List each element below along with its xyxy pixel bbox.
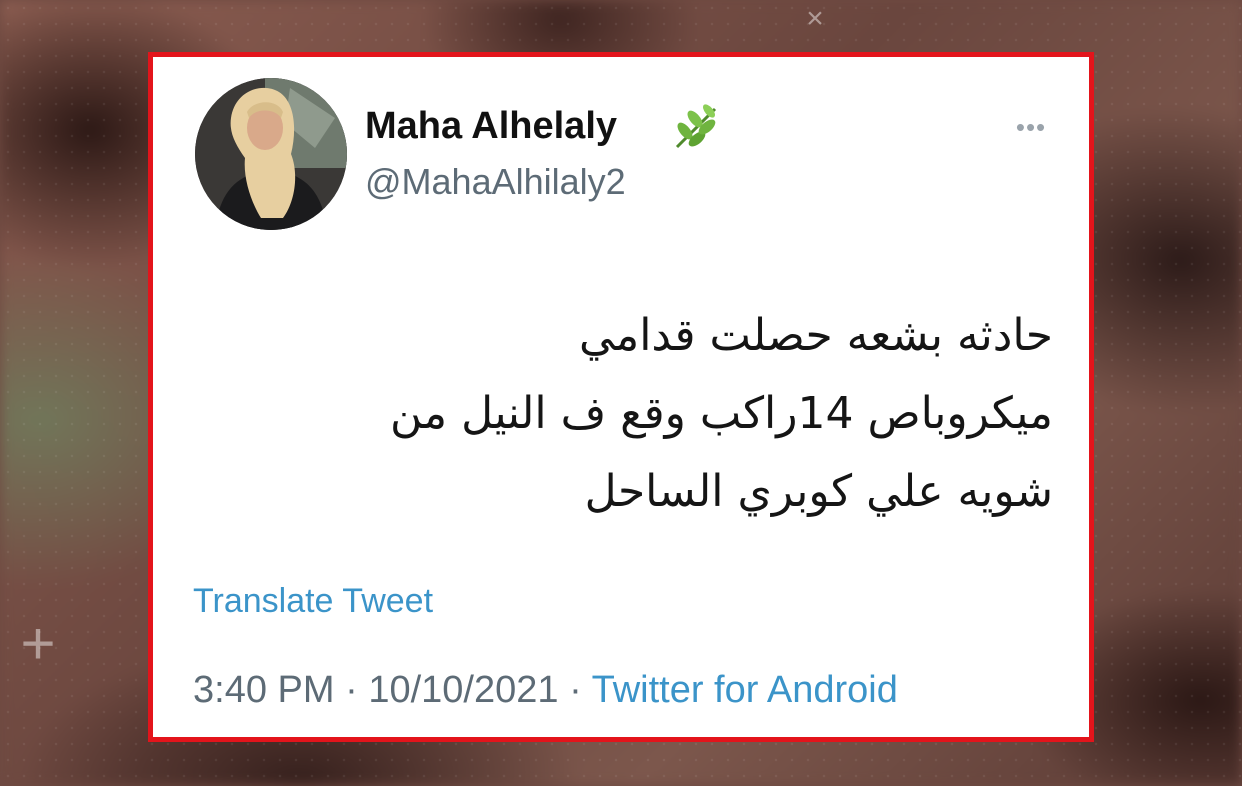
translate-tweet-link[interactable]: Translate Tweet (193, 582, 433, 621)
more-horizontal-icon[interactable]: ••• (1011, 114, 1051, 140)
tweet-time[interactable]: 3:40 PM (193, 669, 335, 711)
plus-icon: + (20, 610, 56, 677)
tweet-card: Maha Alhelaly @MahaAlhilaly2 ••• حادثه ب… (148, 52, 1094, 742)
tweet-source-link[interactable]: Twitter for Android (592, 669, 898, 711)
tweet-meta: 3:40 PM · 10/10/2021 · Twitter for Andro… (193, 669, 898, 712)
tweet-text-line: حادثه بشعه حصلت قدامي (578, 310, 1053, 361)
avatar-photo (195, 78, 347, 230)
close-icon: × (806, 2, 824, 35)
tweet-text-line: ميكروباص 14راكب وقع ف النيل من (390, 388, 1053, 439)
tweet-text-line: شويه علي كوبري الساحل (584, 466, 1053, 517)
meta-separator: · (569, 669, 582, 711)
tweet-text: حادثه بشعه حصلت قدامي ميكروباص 14راكب وق… (263, 297, 1053, 531)
author-name[interactable]: Maha Alhelaly (365, 105, 617, 148)
leaf-emoji-icon (675, 104, 717, 149)
meta-separator: · (345, 669, 358, 711)
author-handle[interactable]: @MahaAlhilaly2 (365, 161, 626, 203)
tweet-date[interactable]: 10/10/2021 (368, 669, 558, 711)
avatar[interactable] (195, 78, 347, 230)
